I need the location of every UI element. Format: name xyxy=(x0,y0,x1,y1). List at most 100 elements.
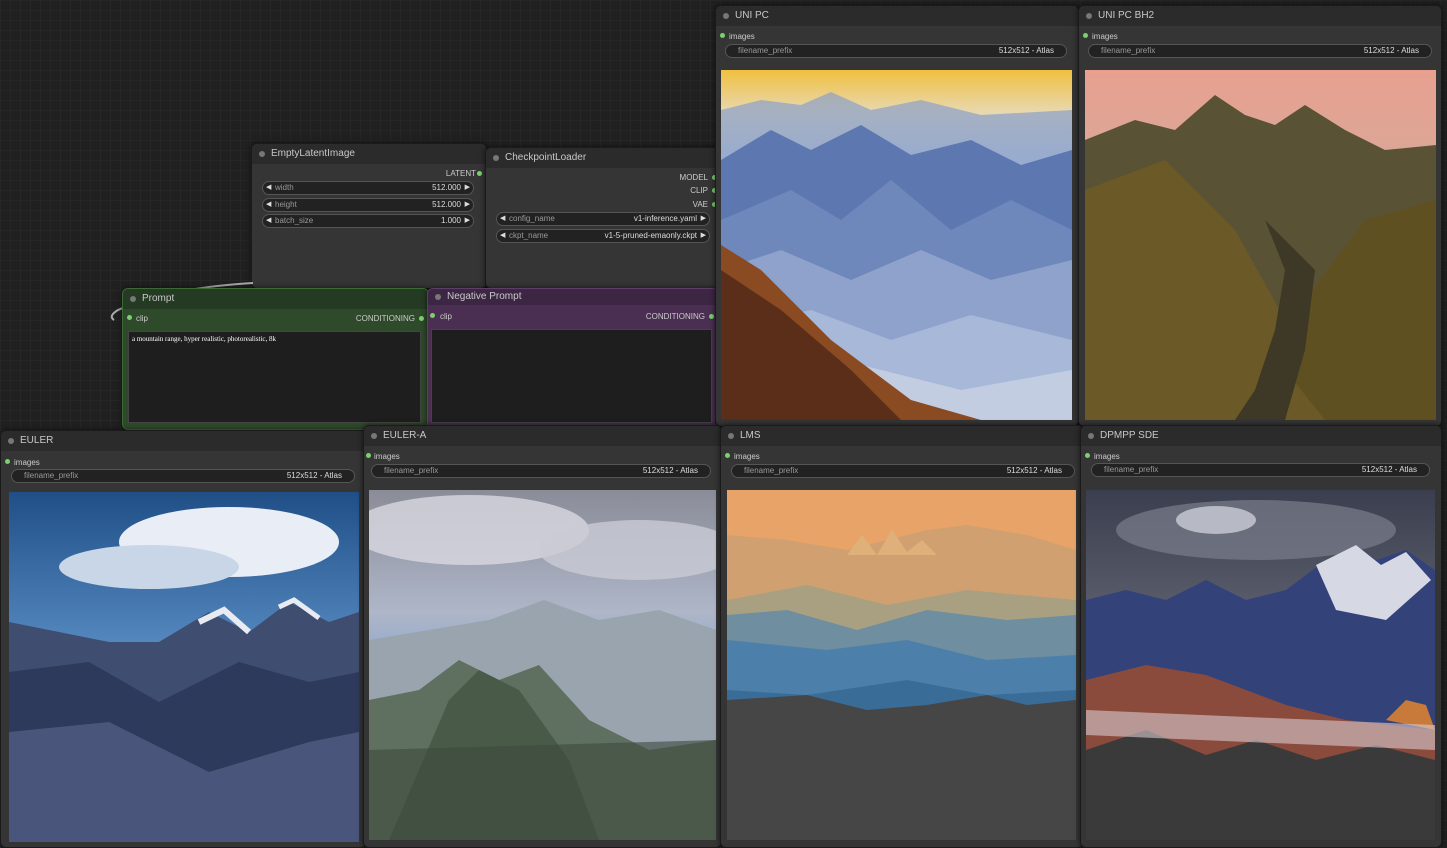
widget-label: filename_prefix xyxy=(1101,46,1156,55)
widget-label: filename_prefix xyxy=(738,46,793,55)
node-title[interactable]: UNI PC BH2 xyxy=(1079,6,1441,26)
images-input-slot[interactable] xyxy=(725,453,730,458)
images-input-label: images xyxy=(1094,452,1120,461)
widget-value: 1.000 xyxy=(440,216,461,225)
generated-image[interactable] xyxy=(721,70,1072,420)
preview-node-uni-pc[interactable]: UNI PC images filename_prefix 512x512 - … xyxy=(715,5,1079,427)
next-arrow-icon[interactable]: ▶ xyxy=(701,213,706,225)
previous-arrow-icon[interactable]: ◀ xyxy=(500,213,505,225)
widget-value: v1-inference.yaml xyxy=(633,214,697,223)
height-widget[interactable]: ◀ height 512.000 ▶ xyxy=(262,198,474,212)
decrement-arrow-icon[interactable]: ◀ xyxy=(266,215,271,227)
widget-value: 512x512 - Atlas xyxy=(998,46,1054,55)
filename-prefix-widget[interactable]: filename_prefix 512x512 - Atlas xyxy=(371,464,711,478)
increment-arrow-icon[interactable]: ▶ xyxy=(465,182,470,194)
collapse-dot-icon[interactable] xyxy=(493,155,499,161)
widget-label: config_name xyxy=(509,214,555,223)
collapse-dot-icon[interactable] xyxy=(1088,433,1094,439)
preview-node-euler-a[interactable]: EULER-A images filename_prefix 512x512 -… xyxy=(363,425,722,848)
images-input-slot[interactable] xyxy=(1085,453,1090,458)
node-title-text: EULER xyxy=(20,435,54,446)
clip-input-slot[interactable] xyxy=(127,315,132,320)
images-input-label: images xyxy=(1092,32,1118,41)
images-input-slot[interactable] xyxy=(720,33,725,38)
widget-label: filename_prefix xyxy=(384,466,439,475)
images-input-slot[interactable] xyxy=(366,453,371,458)
conditioning-output-slot[interactable] xyxy=(419,316,424,321)
node-title-text: Prompt xyxy=(142,293,175,304)
prompt-node[interactable]: Prompt clip CONDITIONING a mountain rang… xyxy=(122,288,429,430)
batch-size-widget[interactable]: ◀ batch_size 1.000 ▶ xyxy=(262,214,474,228)
collapse-dot-icon[interactable] xyxy=(371,433,377,439)
node-title[interactable]: EULER xyxy=(1,431,366,451)
node-title-text: LMS xyxy=(740,430,761,441)
node-title[interactable]: LMS xyxy=(721,426,1083,446)
config-name-widget[interactable]: ◀ config_name v1-inference.yaml ▶ xyxy=(496,212,710,226)
generated-image[interactable] xyxy=(1085,70,1436,420)
filename-prefix-widget[interactable]: filename_prefix 512x512 - Atlas xyxy=(1088,44,1432,58)
decrement-arrow-icon[interactable]: ◀ xyxy=(266,199,271,211)
preview-node-dpmpp-sde[interactable]: DPMPP SDE images filename_prefix 512x512… xyxy=(1080,425,1442,848)
width-widget[interactable]: ◀ width 512.000 ▶ xyxy=(262,181,474,195)
node-title-text: UNI PC BH2 xyxy=(1098,10,1155,21)
preview-node-uni-pc-bh2[interactable]: UNI PC BH2 images filename_prefix 512x51… xyxy=(1078,5,1442,427)
node-title[interactable]: EULER-A xyxy=(364,426,721,446)
next-arrow-icon[interactable]: ▶ xyxy=(701,230,706,242)
previous-arrow-icon[interactable]: ◀ xyxy=(500,230,505,242)
collapse-dot-icon[interactable] xyxy=(8,438,14,444)
checkpoint-loader-node[interactable]: CheckpointLoader MODEL CLIP VAE ◀ config… xyxy=(485,147,719,289)
filename-prefix-widget[interactable]: filename_prefix 512x512 - Atlas xyxy=(1091,463,1430,477)
generated-image[interactable] xyxy=(369,490,716,840)
images-input-slot[interactable] xyxy=(1083,33,1088,38)
preview-node-lms[interactable]: LMS images filename_prefix 512x512 - Atl… xyxy=(720,425,1084,848)
widget-label: filename_prefix xyxy=(24,471,79,480)
collapse-dot-icon[interactable] xyxy=(259,151,265,157)
latent-output-slot[interactable] xyxy=(477,171,482,176)
widget-value: 512.000 xyxy=(432,200,461,209)
images-input-slot[interactable] xyxy=(5,459,10,464)
node-title[interactable]: Negative Prompt xyxy=(428,289,718,305)
filename-prefix-widget[interactable]: filename_prefix 512x512 - Atlas xyxy=(725,44,1067,58)
images-input-label: images xyxy=(734,452,760,461)
node-title[interactable]: EmptyLatentImage xyxy=(252,144,486,164)
ckpt-name-widget[interactable]: ◀ ckpt_name v1-5-pruned-emaonly.ckpt ▶ xyxy=(496,229,710,243)
generated-image[interactable] xyxy=(9,492,359,842)
clip-input-label: clip xyxy=(136,314,149,323)
clip-input-slot[interactable] xyxy=(430,313,435,318)
node-title-text: Negative Prompt xyxy=(447,291,522,302)
widget-label: filename_prefix xyxy=(1104,465,1159,474)
generated-image[interactable] xyxy=(1086,490,1435,840)
node-title[interactable]: DPMPP SDE xyxy=(1081,426,1441,446)
latent-output-label: LATENT xyxy=(445,169,476,178)
images-input-label: images xyxy=(729,32,755,41)
conditioning-output-slot[interactable] xyxy=(709,314,714,319)
prompt-text-area[interactable]: a mountain range, hyper realistic, photo… xyxy=(128,331,421,423)
node-title[interactable]: Prompt xyxy=(123,289,428,309)
decrement-arrow-icon[interactable]: ◀ xyxy=(266,182,271,194)
empty-latent-image-node[interactable]: EmptyLatentImage LATENT ◀ width 512.000 … xyxy=(251,143,487,289)
increment-arrow-icon[interactable]: ▶ xyxy=(465,215,470,227)
collapse-dot-icon[interactable] xyxy=(435,294,441,300)
preview-node-euler[interactable]: EULER images filename_prefix 512x512 - A… xyxy=(0,430,367,848)
clip-output-label: CLIP xyxy=(690,186,708,195)
widget-label: ckpt_name xyxy=(509,231,549,240)
node-title-text: DPMPP SDE xyxy=(1100,430,1159,441)
collapse-dot-icon[interactable] xyxy=(1086,13,1092,19)
node-title[interactable]: CheckpointLoader xyxy=(486,148,718,168)
node-title[interactable]: UNI PC xyxy=(716,6,1078,26)
widget-label: height xyxy=(275,200,297,209)
negative-prompt-node[interactable]: Negative Prompt clip CONDITIONING xyxy=(427,288,719,430)
images-input-label: images xyxy=(14,458,40,467)
collapse-dot-icon[interactable] xyxy=(130,296,136,302)
widget-value: 512x512 - Atlas xyxy=(1006,466,1062,475)
increment-arrow-icon[interactable]: ▶ xyxy=(465,199,470,211)
negative-text-area[interactable] xyxy=(431,329,712,423)
collapse-dot-icon[interactable] xyxy=(728,433,734,439)
filename-prefix-widget[interactable]: filename_prefix 512x512 - Atlas xyxy=(731,464,1075,478)
collapse-dot-icon[interactable] xyxy=(723,13,729,19)
node-title-text: EmptyLatentImage xyxy=(271,148,355,159)
widget-value: 512x512 - Atlas xyxy=(286,471,342,480)
generated-image[interactable] xyxy=(727,490,1076,840)
filename-prefix-widget[interactable]: filename_prefix 512x512 - Atlas xyxy=(11,469,355,483)
vae-output-label: VAE xyxy=(692,200,708,209)
